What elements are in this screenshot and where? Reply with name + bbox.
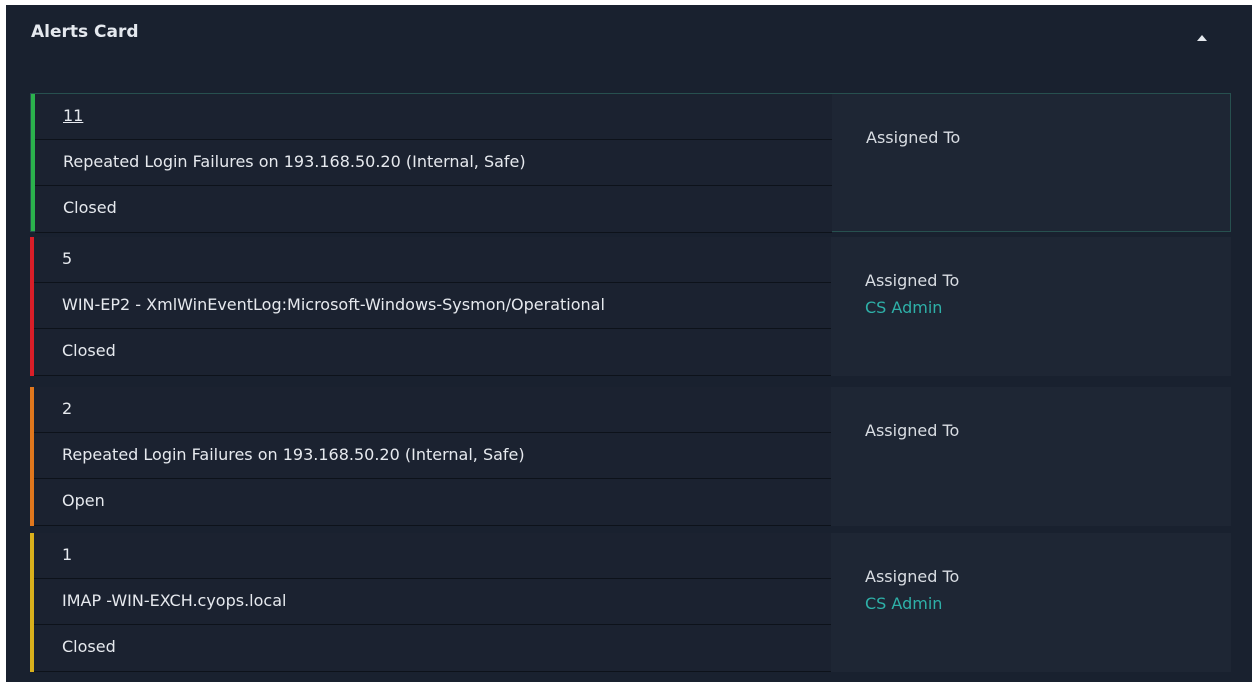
assigned-section: Assigned To CS Admin: [865, 567, 959, 613]
alert-name-field: Repeated Login Failures on 193.168.50.20…: [35, 140, 832, 186]
assigned-to-label: Assigned To: [865, 271, 960, 290]
alert-status: Closed: [63, 198, 117, 217]
collapse-button[interactable]: [1192, 30, 1212, 46]
alert-id-field: 11: [35, 94, 832, 140]
alert-status-field: Closed: [34, 329, 831, 376]
alert-fields: 5 WIN-EP2 - XmlWinEventLog:Microsoft-Win…: [34, 237, 831, 376]
assigned-to-label: Assigned To: [866, 128, 961, 147]
alert-id-field: 5: [34, 237, 831, 283]
card-header: Alerts Card: [6, 5, 1252, 65]
alert-status: Closed: [62, 637, 116, 656]
alert-name-field: WIN-EP2 - XmlWinEventLog:Microsoft-Windo…: [34, 283, 831, 329]
alerts-card: Alerts Card 11 Repeated Login Failures o…: [6, 5, 1252, 682]
alert-status-field: Closed: [34, 625, 831, 672]
assigned-section: Assigned To: [865, 421, 959, 448]
alert-item[interactable]: 11 Repeated Login Failures on 193.168.50…: [30, 93, 1231, 233]
alert-name: WIN-EP2 - XmlWinEventLog:Microsoft-Windo…: [62, 295, 605, 314]
assigned-section: Assigned To: [866, 128, 960, 155]
alert-status: Closed: [62, 341, 116, 360]
alert-name: Repeated Login Failures on 193.168.50.20…: [62, 445, 525, 464]
alert-id-link[interactable]: 11: [63, 106, 83, 125]
alert-fields: 2 Repeated Login Failures on 193.168.50.…: [34, 387, 831, 526]
alert-fields: 11 Repeated Login Failures on 193.168.50…: [35, 94, 832, 233]
alert-item[interactable]: 2 Repeated Login Failures on 193.168.50.…: [30, 387, 1231, 526]
alert-item[interactable]: 1 IMAP -WIN-EXCH.cyops.local Closed Assi…: [30, 533, 1231, 672]
alert-id-field: 1: [34, 533, 831, 579]
assigned-to-label: Assigned To: [865, 567, 960, 586]
alert-id: 1: [62, 545, 73, 564]
alert-status: Open: [62, 491, 105, 510]
assigned-to-value[interactable]: CS Admin: [865, 594, 959, 613]
caret-up-icon: [1197, 35, 1207, 41]
assigned-to-value[interactable]: CS Admin: [865, 298, 959, 317]
assigned-to-label: Assigned To: [865, 421, 960, 440]
alert-name: Repeated Login Failures on 193.168.50.20…: [63, 152, 526, 171]
alert-id: 5: [62, 249, 73, 268]
alert-id: 2: [62, 399, 73, 418]
alert-name-field: Repeated Login Failures on 193.168.50.20…: [34, 433, 831, 479]
alert-name-field: IMAP -WIN-EXCH.cyops.local: [34, 579, 831, 625]
alert-status-field: Closed: [35, 186, 832, 233]
alert-name: IMAP -WIN-EXCH.cyops.local: [62, 591, 287, 610]
assigned-section: Assigned To CS Admin: [865, 271, 959, 317]
alert-item[interactable]: 5 WIN-EP2 - XmlWinEventLog:Microsoft-Win…: [30, 237, 1231, 376]
card-title: Alerts Card: [31, 22, 139, 42]
alert-fields: 1 IMAP -WIN-EXCH.cyops.local Closed: [34, 533, 831, 672]
alert-id-field: 2: [34, 387, 831, 433]
alert-status-field: Open: [34, 479, 831, 526]
